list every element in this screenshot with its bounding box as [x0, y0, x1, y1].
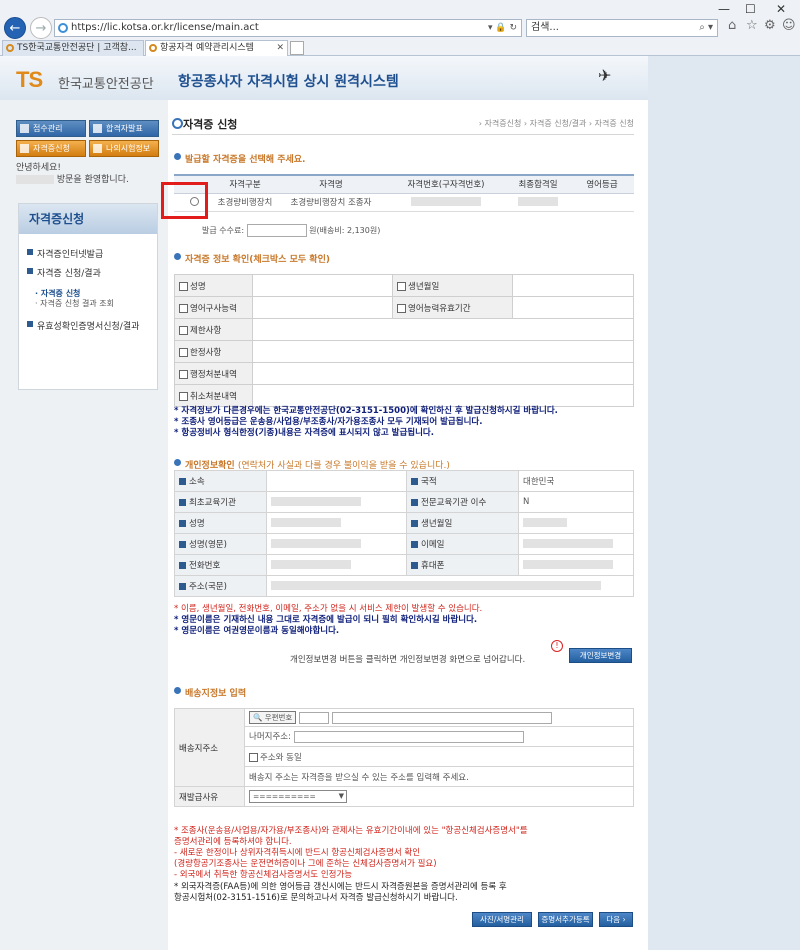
delivery-table: 배송지주소 🔍 우편번호 나머지주소: 주소와 동일 배송지 주소는 자격증을 …: [174, 708, 634, 807]
zipcode-button[interactable]: 🔍 우편번호: [249, 711, 297, 724]
results-button[interactable]: 합격자발표: [89, 120, 159, 137]
url-text: https://lic.kotsa.or.kr/license/main.act: [71, 22, 259, 33]
url-controls[interactable]: ▾ 🔒 ↻: [488, 20, 517, 36]
next-button[interactable]: 다음 ›: [599, 912, 633, 927]
sidebar: 접수관리 합격자발표 자격증신청 나의시험정보 안녕하세요! 방문을 환영합니다…: [0, 100, 168, 950]
detail-address-field[interactable]: [293, 730, 524, 743]
search-input[interactable]: 검색... ⌕ ▾: [526, 19, 718, 37]
minimize-icon[interactable]: —: [718, 2, 730, 16]
checkbox[interactable]: [179, 303, 188, 313]
side-menu: 자격증신청 자격증인터넷발급 자격증 신청/결과 · 자격증 신청 · 자격증 …: [18, 203, 158, 390]
checkbox[interactable]: [179, 325, 188, 335]
change-info-button[interactable]: 개인정보변경: [569, 648, 632, 663]
fee-line: 발급 수수료: 원(배송비: 2,130원): [202, 224, 381, 237]
checkbox[interactable]: [397, 303, 406, 313]
tab-aviation[interactable]: 항공자격 예약관리시스템 ✕: [145, 40, 288, 56]
add-cert-button[interactable]: 증명서추가등록: [538, 912, 593, 927]
checkbox[interactable]: [397, 281, 406, 291]
close-icon[interactable]: ✕: [776, 2, 786, 16]
personal-table: 소속 국적 대한민국 최초교육기관 전문교육기관 이수 N 성명 생년월일 성명(영문) 이…: [174, 470, 634, 597]
breadcrumb: › 자격증신청 › 자격증 신청/결과 › 자격증 신청: [478, 119, 634, 128]
notes-english-name: * 영문이름은 기재하신 내용 그대로 자격증에 발급이 되니 필히 확인하시길…: [174, 615, 478, 636]
checkbox[interactable]: [179, 281, 188, 291]
notes-foreign: * 외국자격증(FAA등)에 의한 영어등급 갱신시에는 반드시 자격증원본을 …: [174, 882, 507, 903]
org-name: 한국교통안전공단: [58, 77, 154, 92]
address-bar[interactable]: https://lic.kotsa.or.kr/license/main.act…: [54, 19, 522, 37]
home-icon[interactable]: ⌂: [728, 18, 736, 33]
alert-icon: !: [551, 640, 563, 652]
star-icon[interactable]: ☆: [746, 18, 758, 33]
license-table: 자격구분 자격명 자격번호(구자격번호) 최종합격일 영어등급 초경량비행장치 …: [174, 174, 634, 212]
menu-validity-cert[interactable]: 유효성확인증명서신청/결과: [27, 319, 139, 332]
notes-license: * 자격정보가 다른경우에는 한국교통안전공단(02-3151-1500)에 확…: [174, 406, 558, 438]
site-header: TS 한국교통안전공단 항공종사자 자격시험 상시 원격시스템 ✈: [0, 56, 648, 100]
page-title: 자격증 신청: [172, 116, 237, 132]
menu-title: 자격증신청: [19, 204, 157, 234]
menu-license-apply[interactable]: 자격증 신청/결과: [27, 266, 101, 279]
back-icon[interactable]: ←: [4, 17, 26, 39]
reissue-reason-select[interactable]: ==========: [249, 790, 347, 803]
forward-icon[interactable]: →: [30, 17, 52, 39]
change-hint: 개인정보변경 버튼을 클릭하면 개인정보변경 화면으로 넘어갑니다.: [290, 655, 526, 665]
address-field[interactable]: [331, 711, 552, 724]
new-tab-button[interactable]: [290, 41, 304, 55]
section-license-info: 자격증 정보 확인(체크박스 모두 확인): [174, 252, 330, 265]
pencil-icon: [20, 144, 29, 153]
checkbox[interactable]: [179, 369, 188, 379]
notes-medical: * 조종사(운송용/사업용/자가용/부조종사)와 관제사는 유효기간이내에 있는…: [174, 826, 528, 880]
tab-label: 항공자격 예약관리시스템: [160, 43, 254, 53]
same-address-checkbox[interactable]: [249, 752, 258, 762]
search-icon[interactable]: ⌕ ▾: [699, 20, 713, 36]
tab-kotsa[interactable]: TS한국교통안전공단 | 고객참...: [2, 40, 144, 56]
search-placeholder: 검색...: [531, 22, 559, 33]
checkbox[interactable]: [179, 391, 188, 401]
box-icon: [93, 124, 102, 133]
maximize-icon[interactable]: ☐: [745, 2, 756, 16]
receipt-button[interactable]: 접수관리: [16, 120, 86, 137]
tab-strip: TS한국교통안전공단 | 고객참... 항공자격 예약관리시스템 ✕: [0, 40, 800, 56]
background-pane: [648, 56, 800, 950]
notes-warning: * 이름, 생년월일, 전화번호, 이메일, 주소가 없을 시 서비스 제한이 …: [174, 604, 483, 614]
license-apply-button[interactable]: 자격증신청: [16, 140, 86, 157]
photo-sign-button[interactable]: 사진/서명관리: [472, 912, 532, 927]
tab-label: TS한국교통안전공단 | 고객참...: [17, 43, 137, 53]
address-hint: 배송지 주소는 자격증을 받으실 수 있는 주소를 입력해 주세요.: [244, 766, 634, 787]
page: TS 한국교통안전공단 항공종사자 자격시험 상시 원격시스템 ✈ 접수관리 합…: [0, 56, 800, 950]
section-delivery: 배송지정보 입력: [174, 686, 246, 699]
divider: [172, 134, 634, 135]
fee-field: [246, 224, 307, 237]
zipcode-field[interactable]: [299, 711, 330, 724]
section-select-license: 발급할 자격증을 선택해 주세요.: [174, 152, 305, 165]
browser-chrome: ← → https://lic.kotsa.or.kr/license/main…: [0, 0, 800, 56]
doc-icon: [20, 124, 29, 133]
ie-icon: [149, 44, 157, 52]
check-table: 성명 생년월일 영어구사능력 영어능력유효기간 제한사항 한정사항 행정처분내역 취…: [174, 274, 634, 407]
menu-internet-issue[interactable]: 자격증인터넷발급: [27, 247, 103, 260]
ie-icon: [6, 44, 14, 52]
system-title: 항공종사자 자격시험 상시 원격시스템: [178, 74, 399, 90]
airplane-icon: ✈: [598, 66, 612, 85]
car-icon: [93, 144, 102, 153]
submenu-result[interactable]: · 자격증 신청 결과 조회: [35, 298, 114, 309]
welcome-text: 안녕하세요! 방문을 환영합니다.: [16, 163, 129, 185]
ie-icon: [58, 23, 68, 33]
highlight-box: [161, 182, 208, 219]
my-exam-button[interactable]: 나의시험정보: [89, 140, 159, 157]
table-row[interactable]: 초경량비행장치 초경량비행장치 조종자: [174, 193, 634, 212]
smiley-icon[interactable]: ☺: [782, 18, 796, 33]
checkbox[interactable]: [179, 347, 188, 357]
logo[interactable]: TS: [16, 67, 43, 93]
gear-icon[interactable]: ⚙: [764, 18, 776, 33]
close-tab-icon[interactable]: ✕: [276, 41, 284, 56]
main-content: 자격증 신청 › 자격증신청 › 자격증 신청/결과 › 자격증 신청 발급할 …: [161, 100, 642, 950]
